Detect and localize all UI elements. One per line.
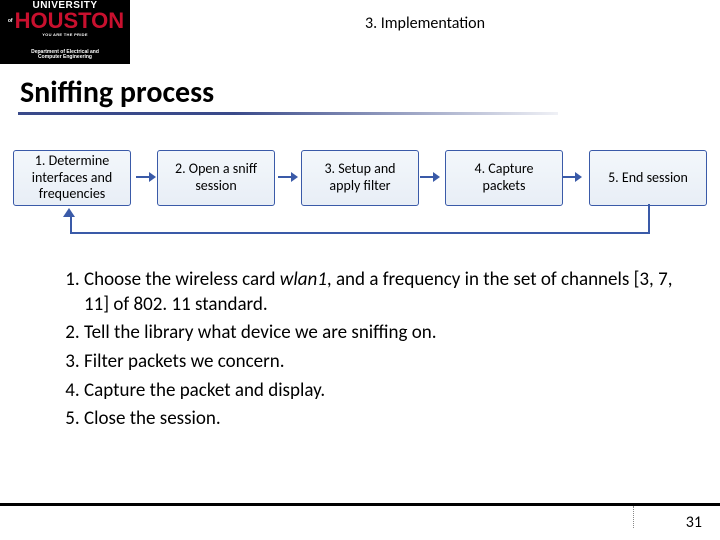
page-number: 31 xyxy=(686,513,702,532)
slide-title: Sniffing process xyxy=(20,74,214,111)
logo-of: of xyxy=(8,18,13,24)
header-white-area: 3. Implementation xyxy=(130,0,720,46)
process-flow: 1. Determine interfaces and frequencies … xyxy=(0,146,720,210)
footer-dotted-divider xyxy=(633,506,634,528)
body-item-1: Choose the wireless card wlan1, and a fr… xyxy=(84,268,680,317)
arrow-3-4-icon xyxy=(420,173,440,181)
footer-line xyxy=(0,503,720,506)
step-3: 3. Setup and apply filter xyxy=(301,150,419,206)
department-bar: Department of Electrical and Computer En… xyxy=(0,46,130,64)
arrow-2-3-icon xyxy=(278,173,298,181)
department-line2: Computer Engineering xyxy=(38,55,92,60)
loopback-line xyxy=(70,216,650,234)
body-item-1-em: wlan1 xyxy=(280,268,327,291)
step-1: 1. Determine interfaces and frequencies xyxy=(13,150,131,206)
title-rule xyxy=(18,112,558,115)
logo-houston: HOUSTON xyxy=(15,11,125,31)
body-item-4: Capture the packet and display. xyxy=(84,379,680,404)
header-bar: 3. Implementation UNIVERSITY of HOUSTON … xyxy=(0,0,720,46)
logo-pride: YOU ARE THE PRIDE xyxy=(42,32,88,37)
body-item-3: Filter packets we concern. xyxy=(84,350,680,375)
arrow-1-2-icon xyxy=(136,173,156,181)
body-item-2-pre: Tell the library what device we are snif… xyxy=(84,321,437,344)
body-item-1-pre: Choose the wireless card xyxy=(84,268,280,291)
uh-logo: UNIVERSITY of HOUSTON YOU ARE THE PRIDE xyxy=(0,0,130,46)
section-label: 3. Implementation xyxy=(365,14,485,33)
step-5: 5. End session xyxy=(589,150,707,206)
arrow-4-5-icon xyxy=(562,173,582,181)
body-item-4-pre: Capture the packet and display. xyxy=(84,379,325,402)
body-item-5-pre: Close the session. xyxy=(84,407,221,430)
body-list: Choose the wireless card wlan1, and a fr… xyxy=(40,268,680,436)
body-item-5: Close the session. xyxy=(84,407,680,432)
slide: 3. Implementation UNIVERSITY of HOUSTON … xyxy=(0,0,720,540)
loopback-arrowhead-icon xyxy=(63,208,75,217)
step-4: 4. Capture packets xyxy=(445,150,563,206)
body-item-3-pre: Filter packets we concern. xyxy=(84,350,285,373)
step-2: 2. Open a sniff session xyxy=(157,150,275,206)
body-item-2: Tell the library what device we are snif… xyxy=(84,321,680,346)
